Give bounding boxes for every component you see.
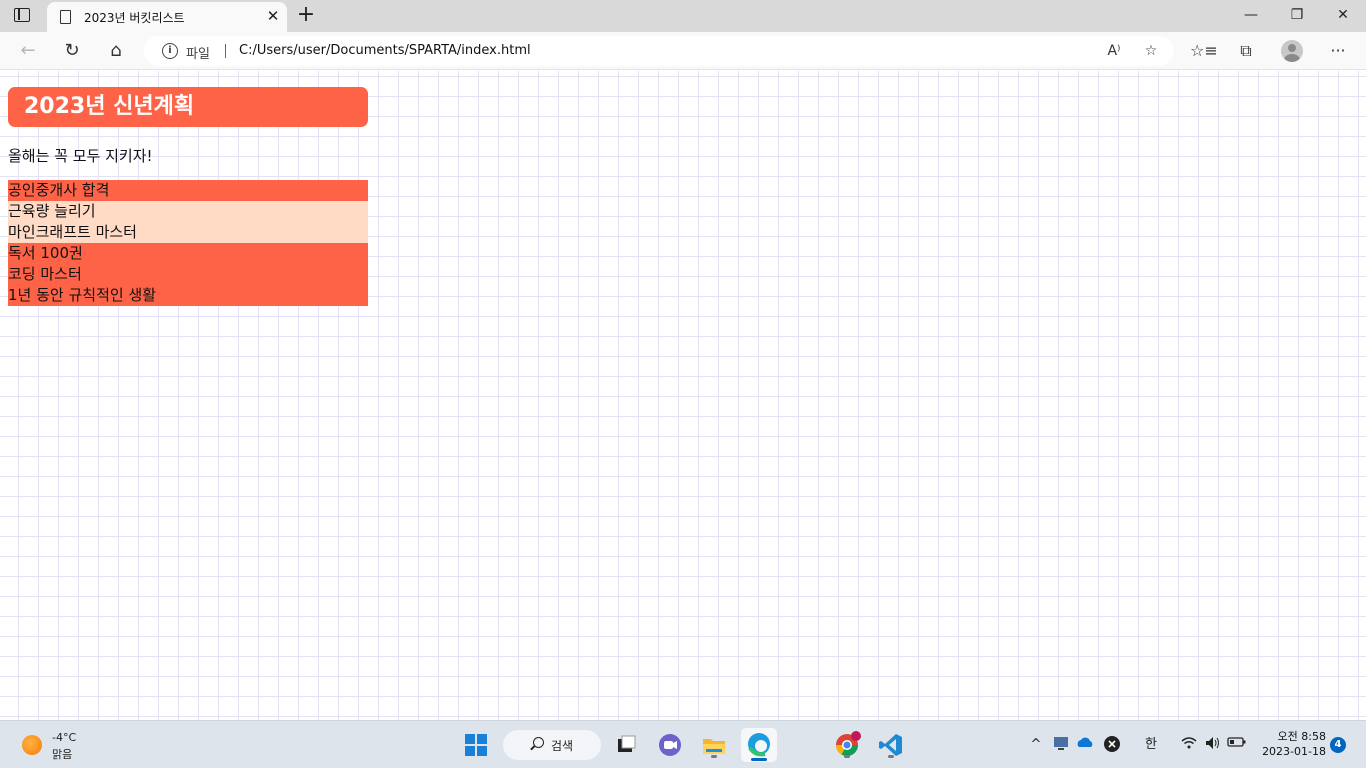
search-icon — [533, 737, 544, 748]
list-item: 근육량 늘리기 — [8, 201, 368, 222]
edge-icon[interactable] — [741, 728, 777, 762]
search-label: 검색 — [551, 739, 574, 753]
list-item: 1년 동안 규칙적인 생활 — [8, 285, 368, 306]
browser-tab[interactable]: 2023년 버킷리스트 ✕ — [47, 2, 287, 32]
page-subtitle: 올해는 꼭 모두 지키자! — [8, 147, 153, 165]
collections-icon[interactable]: ⧉ — [1234, 40, 1258, 62]
onedrive-icon[interactable] — [1075, 735, 1095, 755]
refresh-button[interactable]: ↻ — [59, 39, 85, 63]
favorites-icon[interactable]: ☆≡ — [1190, 40, 1218, 62]
app-running-indicator — [844, 755, 850, 758]
vscode-icon[interactable] — [877, 731, 905, 759]
task-view-icon[interactable] — [612, 731, 640, 759]
app-running-indicator — [888, 755, 894, 758]
page-viewport: 2023년 신년계획 올해는 꼭 모두 지키자! 공인중개사 합격 근육량 늘리… — [0, 71, 1366, 720]
close-circle-icon[interactable] — [1102, 735, 1122, 755]
browser-toolbar: ← ↻ ⌂ i 파일 C:/Users/user/Documents/SPART… — [0, 32, 1366, 70]
wifi-icon[interactable] — [1179, 735, 1199, 755]
more-menu-icon[interactable]: ··· — [1326, 40, 1350, 62]
divider — [225, 44, 226, 58]
new-tab-button[interactable]: + — [295, 3, 317, 27]
file-explorer-icon[interactable] — [700, 731, 728, 759]
back-button[interactable]: ← — [15, 39, 41, 63]
app-running-indicator — [711, 755, 717, 758]
tab-strip: 2023년 버킷리스트 ✕ + — ❐ ✕ — [0, 0, 1366, 32]
restore-button[interactable]: ❐ — [1282, 3, 1312, 27]
address-bar[interactable]: i 파일 C:/Users/user/Documents/SPARTA/inde… — [144, 36, 1174, 66]
monitor-icon[interactable] — [1051, 735, 1071, 755]
page-title: 2023년 신년계획 — [8, 87, 368, 127]
info-icon[interactable]: i — [162, 43, 178, 59]
tab-actions-icon[interactable] — [14, 8, 30, 22]
page-icon — [60, 10, 71, 24]
read-aloud-icon[interactable]: A⁾ — [1104, 42, 1124, 60]
ime-indicator[interactable]: 한 — [1141, 735, 1161, 755]
profile-avatar[interactable] — [1281, 40, 1303, 62]
list-item: 코딩 마스터 — [8, 264, 368, 285]
notification-badge[interactable]: 4 — [1330, 737, 1346, 753]
url-text[interactable]: C:/Users/user/Documents/SPARTA/index.htm… — [239, 43, 531, 58]
battery-icon[interactable] — [1227, 735, 1247, 755]
clock-date[interactable]: 2023-01-18 — [1256, 745, 1326, 758]
sun-icon[interactable] — [22, 735, 42, 755]
app-active-indicator — [751, 758, 767, 761]
chat-icon[interactable] — [656, 731, 684, 759]
close-window-button[interactable]: ✕ — [1328, 3, 1358, 27]
home-button[interactable]: ⌂ — [103, 39, 129, 63]
taskbar: -4°C 맑음 검색 ^ 한 오전 8:58 2023-01-18 4 — [0, 720, 1366, 768]
chevron-up-icon[interactable]: ^ — [1026, 735, 1046, 755]
add-favorite-icon[interactable]: ☆ — [1141, 42, 1161, 60]
tab-title: 2023년 버킷리스트 — [84, 11, 185, 25]
list-item: 마인크래프트 마스터 — [8, 222, 368, 243]
goal-list: 공인중개사 합격 근육량 늘리기 마인크래프트 마스터 독서 100권 코딩 마… — [8, 180, 368, 306]
volume-icon[interactable] — [1203, 735, 1223, 755]
clock-time[interactable]: 오전 8:58 — [1266, 728, 1326, 744]
chrome-icon[interactable] — [833, 731, 861, 759]
list-item: 독서 100권 — [8, 243, 368, 264]
list-item: 공인중개사 합격 — [8, 180, 368, 201]
minimize-button[interactable]: — — [1236, 3, 1266, 27]
taskbar-search[interactable]: 검색 — [503, 730, 601, 760]
scheme-label: 파일 — [186, 47, 210, 62]
tab-close-icon[interactable]: ✕ — [264, 7, 282, 25]
start-menu-icon[interactable] — [465, 734, 487, 756]
weather-description[interactable]: 맑음 — [52, 746, 72, 762]
weather-temperature[interactable]: -4°C — [52, 731, 76, 744]
